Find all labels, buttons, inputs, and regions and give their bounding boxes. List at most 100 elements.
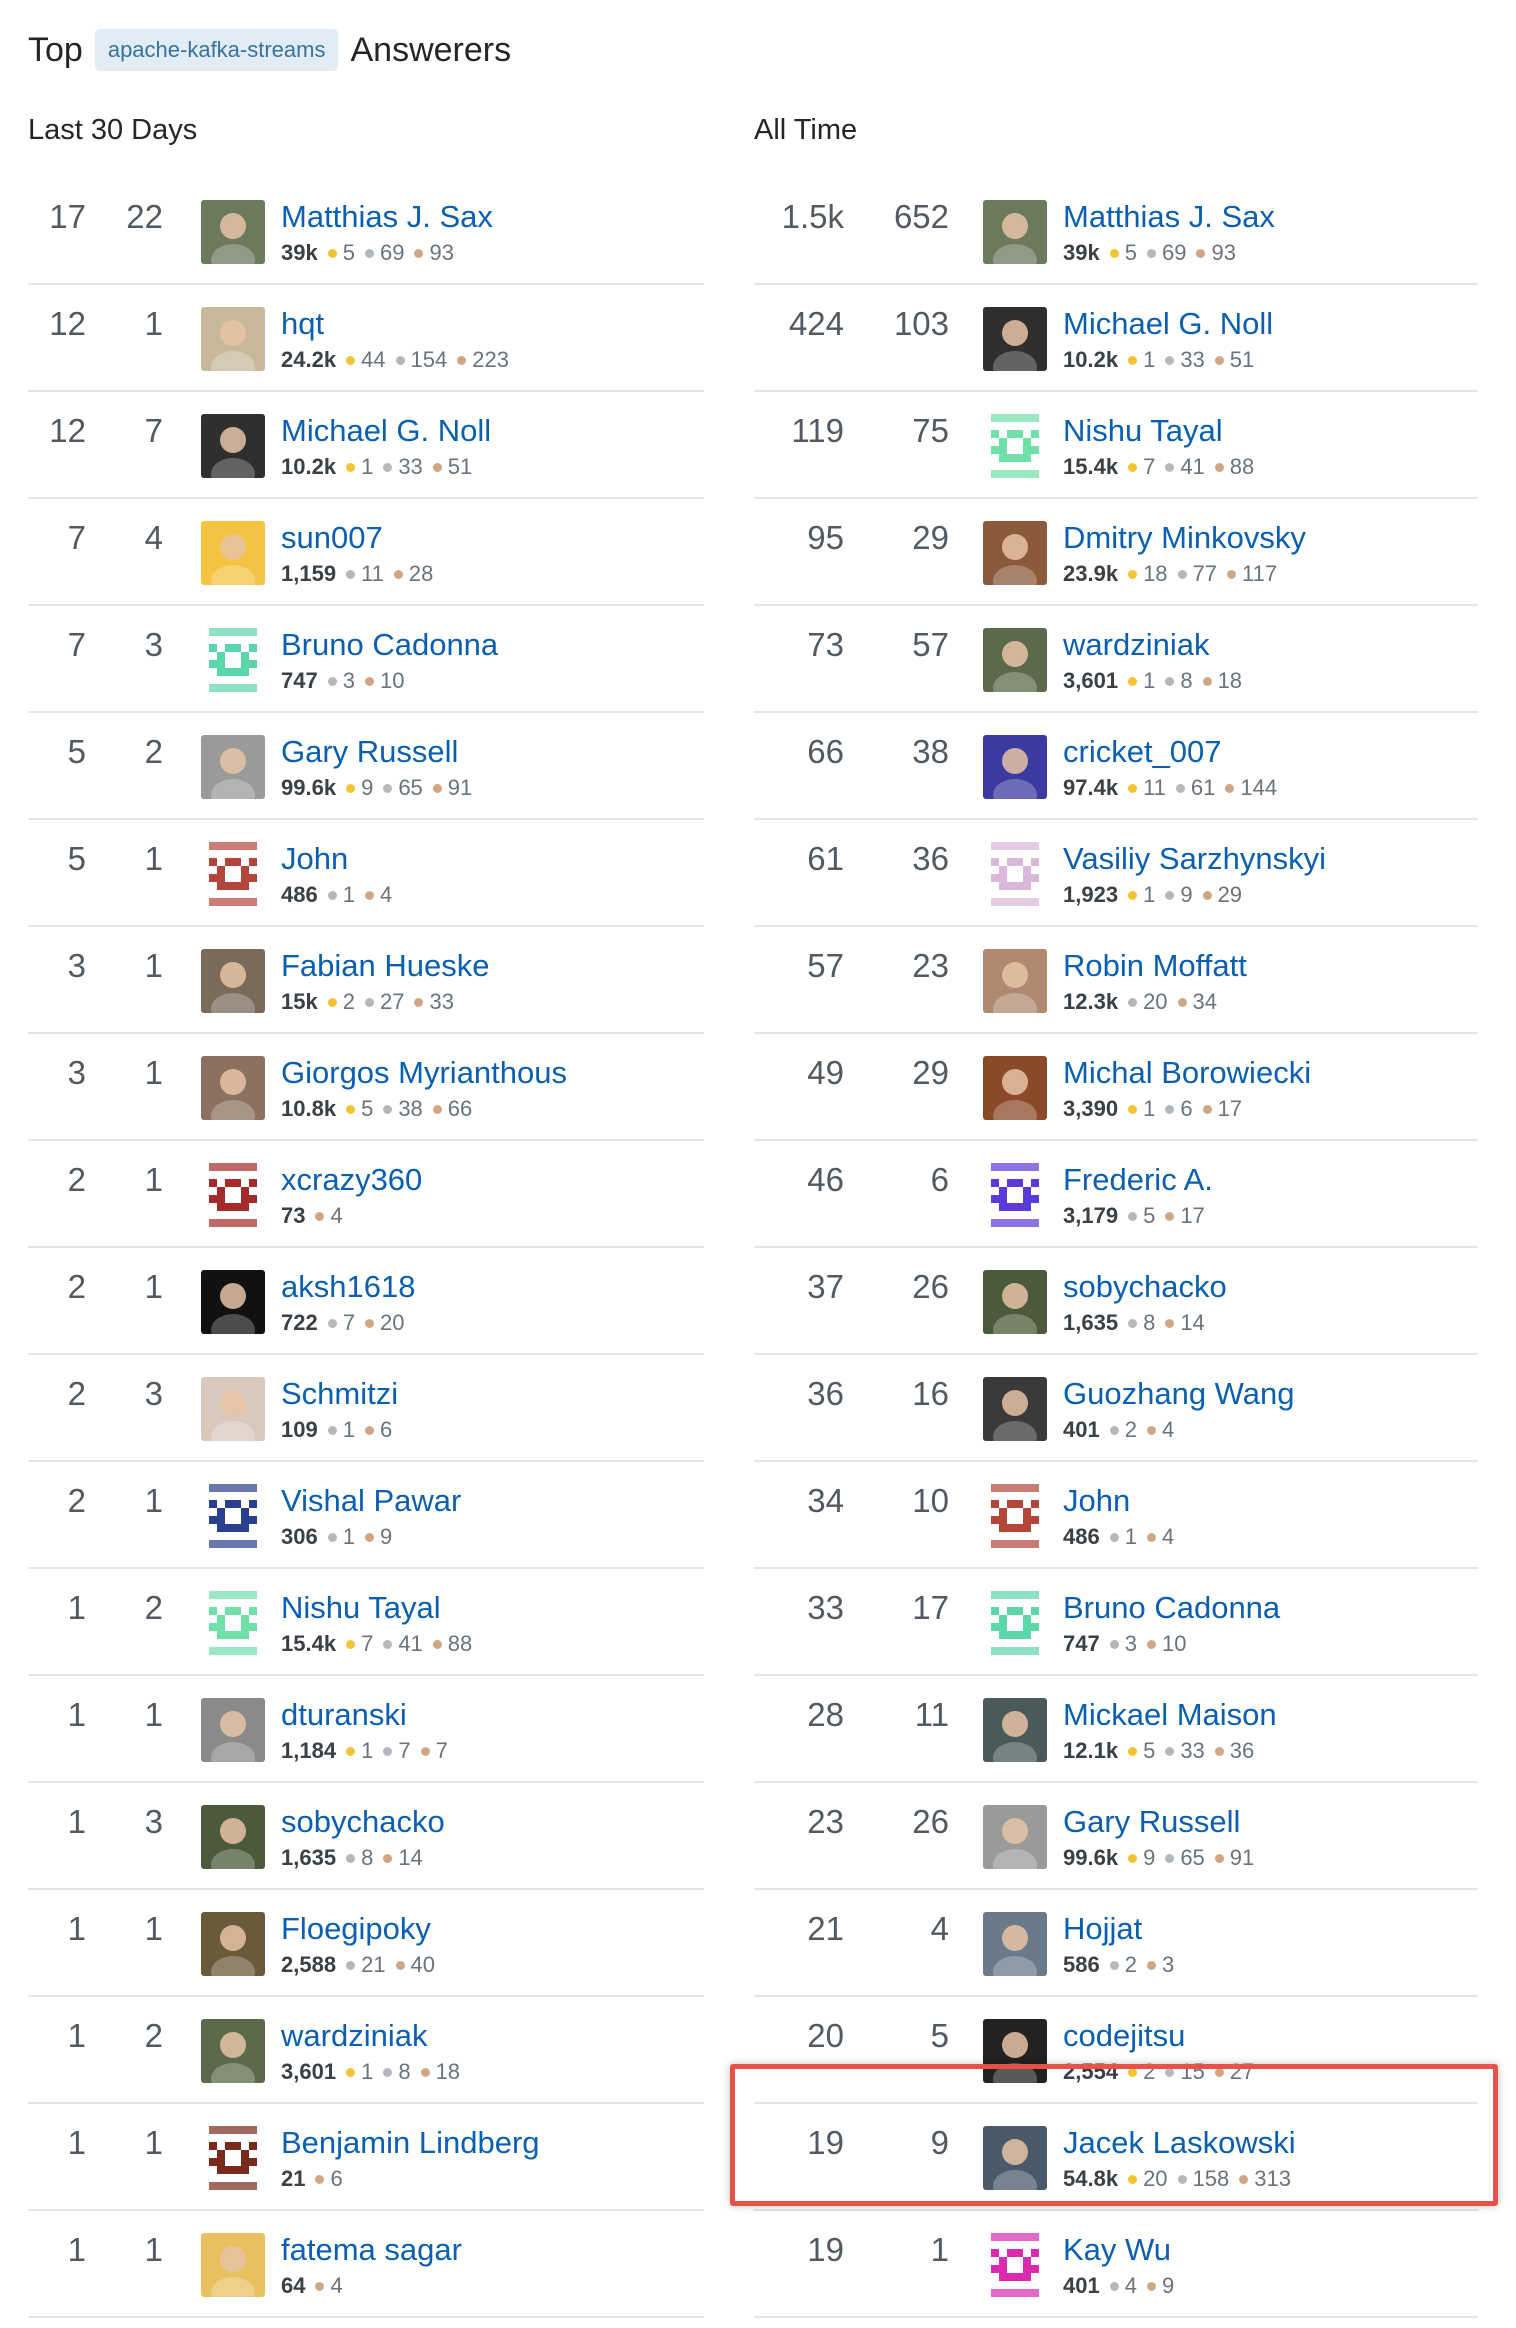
bronze-badge-icon bbox=[432, 783, 442, 793]
user-name-link[interactable]: John bbox=[281, 841, 348, 877]
avatar[interactable] bbox=[983, 414, 1047, 478]
avatar[interactable] bbox=[201, 521, 265, 585]
user-name-link[interactable]: hqt bbox=[281, 306, 324, 342]
avatar[interactable] bbox=[983, 949, 1047, 1013]
avatar[interactable] bbox=[983, 307, 1047, 371]
gold-badge-count: 1 bbox=[361, 1738, 374, 1763]
avatar[interactable] bbox=[983, 628, 1047, 692]
user-name-link[interactable]: Bruno Cadonna bbox=[281, 627, 498, 663]
user-name-link[interactable]: Fabian Hueske bbox=[281, 948, 490, 984]
user-name-link[interactable]: sun007 bbox=[281, 520, 383, 556]
reputation: 12.1k bbox=[1063, 1738, 1119, 1763]
user-name-link[interactable]: Frederic A. bbox=[1063, 1162, 1213, 1198]
user-name-link[interactable]: Nishu Tayal bbox=[1063, 413, 1223, 449]
avatar[interactable] bbox=[201, 842, 265, 906]
user-name-link[interactable]: Jacek Laskowski bbox=[1063, 2125, 1296, 2161]
user-name-link[interactable]: cricket_007 bbox=[1063, 734, 1222, 770]
avatar[interactable] bbox=[201, 1698, 265, 1762]
silver-badge-count: 20 bbox=[1143, 989, 1168, 1014]
avatar[interactable] bbox=[983, 2019, 1047, 2083]
user-name-link[interactable]: Michael G. Noll bbox=[281, 413, 491, 449]
user-name-link[interactable]: Gary Russell bbox=[1063, 1804, 1240, 1840]
avatar[interactable] bbox=[983, 2126, 1047, 2190]
avatar[interactable] bbox=[201, 200, 265, 264]
avatar[interactable] bbox=[201, 1377, 265, 1441]
user-name-link[interactable]: Kay Wu bbox=[1063, 2232, 1171, 2268]
user-name-link[interactable]: Vishal Pawar bbox=[281, 1483, 461, 1519]
user-stats: 10.8k 5 38 66 bbox=[281, 1096, 482, 1122]
silver-badge: 33 bbox=[1165, 347, 1205, 373]
avatar[interactable] bbox=[201, 2019, 265, 2083]
user-name-link[interactable]: Guozhang Wang bbox=[1063, 1376, 1295, 1412]
avatar[interactable] bbox=[201, 1591, 265, 1655]
tag-badge[interactable]: apache-kafka-streams bbox=[94, 29, 339, 71]
user-stats: 24.2k 44 154 223 bbox=[281, 347, 519, 373]
silver-badge-count: 69 bbox=[1161, 240, 1187, 265]
user-name-link[interactable]: xcrazy360 bbox=[281, 1162, 422, 1198]
user-name-link[interactable]: wardziniak bbox=[1063, 627, 1209, 663]
avatar[interactable] bbox=[201, 1805, 265, 1869]
user-name-link[interactable]: Matthias J. Sax bbox=[1063, 199, 1275, 235]
user-stats: 1,159 11 28 bbox=[281, 561, 443, 587]
user-name-link[interactable]: Bruno Cadonna bbox=[1063, 1590, 1280, 1626]
avatar[interactable] bbox=[983, 1056, 1047, 1120]
avatar[interactable] bbox=[201, 628, 265, 692]
reputation: 23.9k bbox=[1063, 561, 1119, 586]
avatar[interactable] bbox=[201, 2126, 265, 2190]
bronze-badge-icon bbox=[315, 2174, 325, 2184]
avatar[interactable] bbox=[983, 1484, 1047, 1548]
user-name-link[interactable]: Floegipoky bbox=[281, 1911, 431, 1947]
bronze-badge-count: 117 bbox=[1242, 561, 1278, 586]
user-name-link[interactable]: John bbox=[1063, 1483, 1130, 1519]
silver-badge: 65 bbox=[383, 775, 423, 801]
avatar[interactable] bbox=[201, 1163, 265, 1227]
avatar[interactable] bbox=[983, 1912, 1047, 1976]
avatar[interactable] bbox=[201, 2233, 265, 2297]
user-name-link[interactable]: Giorgos Myrianthous bbox=[281, 1055, 567, 1091]
silver-badge-count: 65 bbox=[1180, 1845, 1205, 1870]
user-name-link[interactable]: Michael G. Noll bbox=[1063, 306, 1273, 342]
answer-count: 1 bbox=[144, 1696, 163, 1733]
avatar[interactable] bbox=[983, 1377, 1047, 1441]
avatar[interactable] bbox=[201, 1056, 265, 1120]
avatar[interactable] bbox=[983, 521, 1047, 585]
bronze-badge-count: 6 bbox=[330, 2166, 343, 2191]
user-name-link[interactable]: sobychacko bbox=[1063, 1269, 1227, 1305]
user-name-link[interactable]: Vasiliy Sarzhynskyi bbox=[1063, 841, 1326, 877]
user-name-link[interactable]: Dmitry Minkovsky bbox=[1063, 520, 1306, 556]
avatar[interactable] bbox=[201, 1484, 265, 1548]
gold-badge-icon bbox=[346, 462, 356, 472]
user-name-link[interactable]: aksh1618 bbox=[281, 1269, 415, 1305]
user-name-link[interactable]: codejitsu bbox=[1063, 2018, 1185, 2054]
avatar[interactable] bbox=[983, 1163, 1047, 1227]
user-name-link[interactable]: sobychacko bbox=[281, 1804, 445, 1840]
user-name-link[interactable]: Michal Borowiecki bbox=[1063, 1055, 1311, 1091]
avatar[interactable] bbox=[983, 2233, 1047, 2297]
user-name-link[interactable]: dturanski bbox=[281, 1697, 407, 1733]
avatar[interactable] bbox=[201, 949, 265, 1013]
avatar[interactable] bbox=[201, 307, 265, 371]
avatar[interactable] bbox=[201, 1912, 265, 1976]
avatar[interactable] bbox=[983, 1698, 1047, 1762]
avatar[interactable] bbox=[201, 1270, 265, 1334]
user-stats: 12.1k 5 33 36 bbox=[1063, 1738, 1264, 1764]
user-name-link[interactable]: Schmitzi bbox=[281, 1376, 398, 1412]
user-name-link[interactable]: Robin Moffatt bbox=[1063, 948, 1247, 984]
avatar[interactable] bbox=[983, 1270, 1047, 1334]
user-name-link[interactable]: Matthias J. Sax bbox=[281, 199, 493, 235]
avatar[interactable] bbox=[983, 1805, 1047, 1869]
avatar[interactable] bbox=[983, 200, 1047, 264]
avatar[interactable] bbox=[983, 1591, 1047, 1655]
user-name-link[interactable]: Benjamin Lindberg bbox=[281, 2125, 540, 2161]
avatar[interactable] bbox=[201, 735, 265, 799]
user-name-link[interactable]: Mickael Maison bbox=[1063, 1697, 1277, 1733]
user-name-link[interactable]: Gary Russell bbox=[281, 734, 458, 770]
user-name-link[interactable]: wardziniak bbox=[281, 2018, 427, 2054]
answer-score: 2 bbox=[67, 1161, 86, 1198]
user-name-link[interactable]: Nishu Tayal bbox=[281, 1590, 441, 1626]
avatar[interactable] bbox=[201, 414, 265, 478]
avatar[interactable] bbox=[983, 842, 1047, 906]
user-name-link[interactable]: Hojjat bbox=[1063, 1911, 1142, 1947]
avatar[interactable] bbox=[983, 735, 1047, 799]
user-name-link[interactable]: fatema sagar bbox=[281, 2232, 462, 2268]
